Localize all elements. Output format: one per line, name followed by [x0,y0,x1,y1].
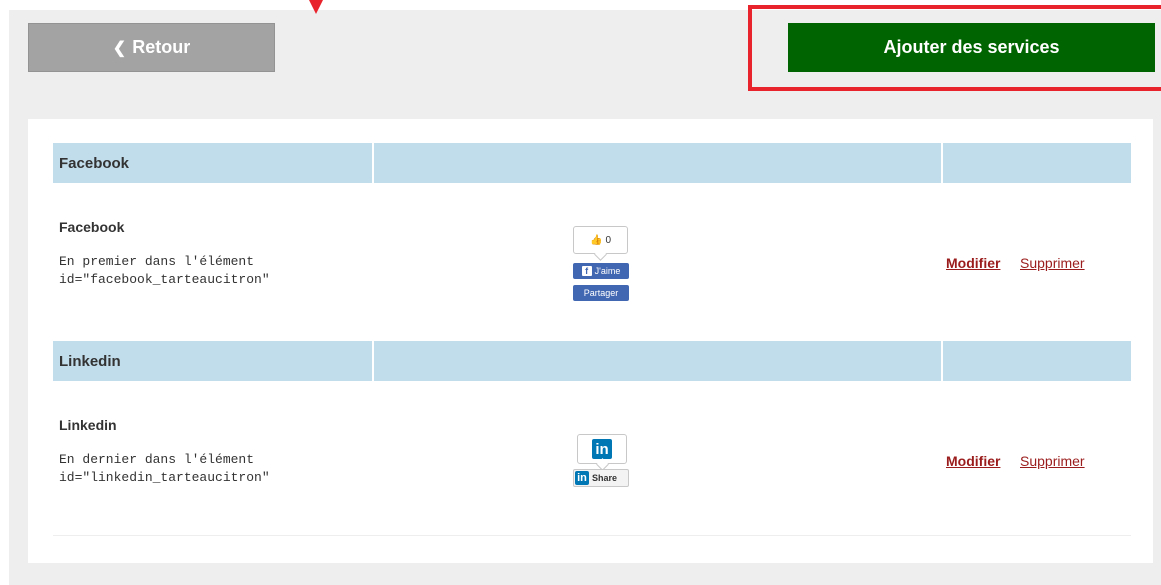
linkedin-share-label: Share [592,473,618,483]
facebook-like-label: J'aime [594,266,621,276]
section-header-title: Linkedin [53,341,372,381]
edit-link[interactable]: Modifier [946,255,1000,271]
delete-link[interactable]: Supprimer [1020,453,1085,469]
add-services-button[interactable]: Ajouter des services [788,23,1155,72]
services-panel: Facebook Facebook En premier dans l'élém… [28,119,1153,563]
section-header-cell [374,341,941,381]
service-name: Facebook [59,219,125,235]
chevron-left-icon: ❮ [112,39,127,57]
linkedin-count-box: in [577,434,627,464]
back-button-label: Retour [132,37,191,57]
delete-link[interactable]: Supprimer [1020,255,1085,271]
section-header-title: Facebook [53,143,372,183]
like-count-value: 0 [605,234,611,246]
service-name: Linkedin [59,417,117,433]
service-position: En premier dans l'élément [59,254,255,269]
service-position: En dernier dans l'élément [59,452,255,467]
annotation-arrow [309,0,323,14]
linkedin-icon: in [592,439,612,459]
section-header-cell [943,341,1131,381]
section-header-cell [943,143,1131,183]
section-header-cell [374,143,941,183]
edit-link[interactable]: Modifier [946,453,1000,469]
facebook-share-label: Partager [583,288,619,298]
add-services-label: Ajouter des services [883,37,1060,57]
thumbs-up-icon: 👍 [589,234,603,246]
linkedin-icon: in [575,471,589,485]
linkedin-share-button[interactable]: in Share [573,469,629,487]
table-bottom-divider [53,535,1131,536]
section-header-linkedin: Linkedin [53,341,1131,381]
facebook-share-button[interactable]: Partager [573,285,629,301]
back-button[interactable]: ❮ Retour [28,23,275,72]
facebook-like-button[interactable]: f J'aime [573,263,629,279]
facebook-like-count: 👍 0 [573,226,628,254]
service-element-id: id="facebook_tarteaucitron" [59,272,270,287]
service-element-id: id="linkedin_tarteaucitron" [59,470,270,485]
section-header-facebook: Facebook [53,143,1131,183]
facebook-icon: f [581,266,592,276]
